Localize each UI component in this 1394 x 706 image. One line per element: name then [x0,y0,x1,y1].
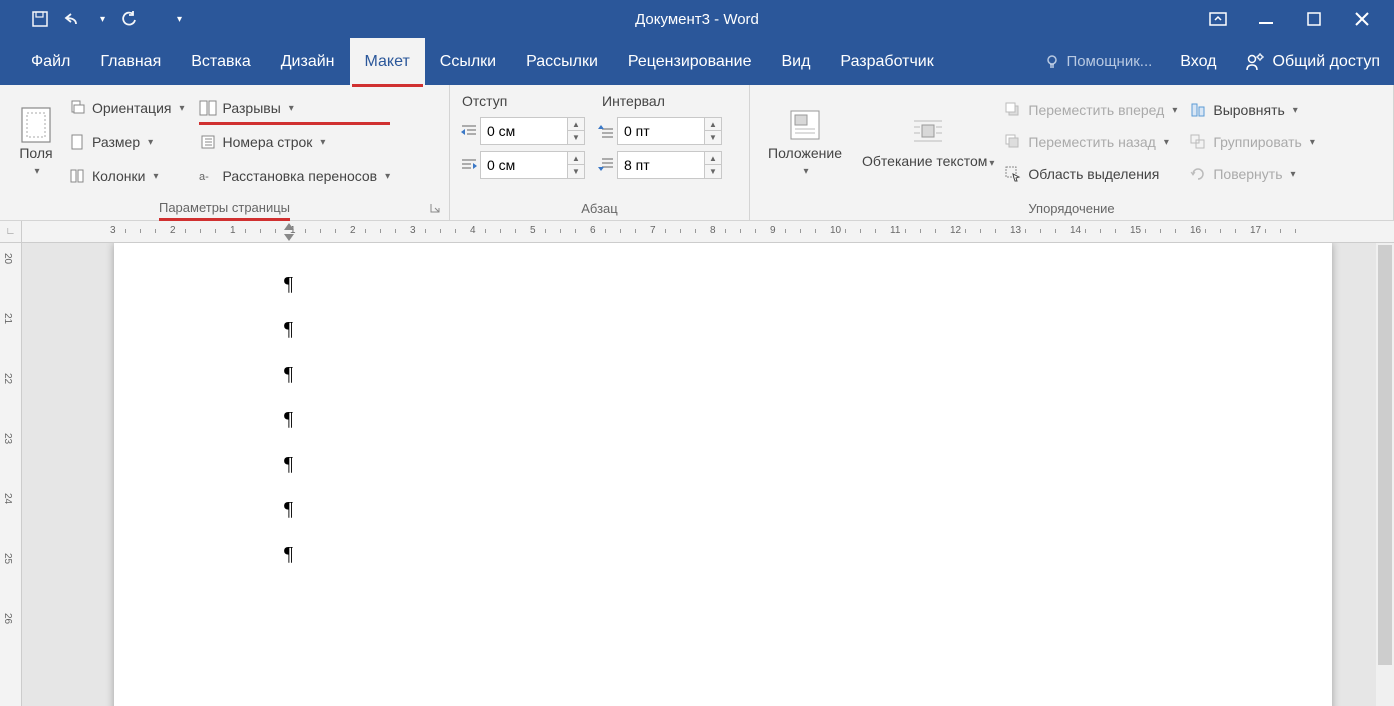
signin-button[interactable]: Вход [1166,53,1230,71]
breaks-button[interactable]: Разрывы▾ [199,95,391,121]
spacing-label: Интервал [602,93,665,109]
tab-design[interactable]: Дизайн [266,38,350,85]
margins-icon [18,107,54,143]
rotate-icon [1189,165,1207,183]
columns-icon [68,167,86,185]
position-icon [787,107,823,143]
group-paragraph: Отступ Интервал ▲▼ ▲▼ [450,85,750,220]
paragraph-marks: ¶ ¶ ¶ ¶ ¶ ¶ ¶ [284,273,293,566]
spacing-before-spinner[interactable]: ▲▼ [595,117,722,145]
window-controls [1208,9,1394,29]
align-icon [1189,101,1207,119]
spacing-after-input[interactable] [617,151,705,179]
window-title: Документ3 - Word [635,11,759,28]
ribbon-tabs: Файл Главная Вставка Дизайн Макет Ссылки… [0,38,1394,85]
share-icon [1245,52,1265,72]
indent-left-spinner[interactable]: ▲▼ [458,117,585,145]
minimize-icon[interactable] [1256,9,1276,29]
indent-left-icon [458,120,480,142]
selection-pane-icon [1004,165,1022,183]
wrap-text-button[interactable]: Обтекание текстом▾ [852,91,1004,196]
tab-view[interactable]: Вид [766,38,825,85]
send-backward-button[interactable]: Переместить назад▾ [1004,129,1177,155]
lightbulb-icon [1044,54,1060,70]
size-button[interactable]: Размер▾ [68,129,185,155]
wrap-text-icon [910,115,946,151]
spacing-after-icon [595,154,617,176]
group-label-arrange: Упорядочение [750,196,1393,220]
indent-left-input[interactable] [480,117,568,145]
group-arrange: Положение▾ Обтекание текстом▾ Переместит… [750,85,1394,220]
tab-mailings[interactable]: Рассылки [511,38,613,85]
orientation-icon [68,99,86,117]
quick-access-toolbar: ▾ ▾ [0,9,182,29]
share-button[interactable]: Общий доступ [1231,38,1394,85]
line-numbers-button[interactable]: Номера строк▾ [199,129,391,155]
page-viewport[interactable]: ¶ ¶ ¶ ¶ ¶ ¶ ¶ [22,243,1394,706]
hyphenation-button[interactable]: a- Расстановка переносов▾ [199,163,391,189]
tab-references[interactable]: Ссылки [425,38,511,85]
ruler-corner: ∟ [0,221,22,243]
indent-right-spinner[interactable]: ▲▼ [458,151,585,179]
tab-developer[interactable]: Разработчик [825,38,948,85]
rotate-button[interactable]: Повернуть▾ [1189,161,1314,187]
horizontal-ruler[interactable]: 3211234567891011121314151617 [22,221,1394,243]
line-numbers-icon [199,133,217,151]
indent-right-input[interactable] [480,151,568,179]
page-setup-launcher[interactable] [429,202,443,216]
maximize-icon[interactable] [1304,9,1324,29]
spacing-before-input[interactable] [617,117,705,145]
save-icon[interactable] [30,9,50,29]
undo-icon[interactable] [64,9,84,29]
tab-insert[interactable]: Вставка [176,38,265,85]
title-bar: ▾ ▾ Документ3 - Word [0,0,1394,38]
tab-home[interactable]: Главная [85,38,176,85]
ribbon-options-icon[interactable] [1208,9,1228,29]
group-button[interactable]: Группировать▾ [1189,129,1314,155]
hyphenation-icon: a- [199,167,217,185]
group-icon [1189,133,1207,151]
group-label-paragraph: Абзац [450,196,749,220]
tab-file[interactable]: Файл [16,38,85,85]
document-area: 20212223242526 ¶ ¶ ¶ ¶ ¶ ¶ ¶ [0,243,1394,706]
document-page: ¶ ¶ ¶ ¶ ¶ ¶ ¶ [114,243,1332,706]
ruler-corner-row: ∟ 3211234567891011121314151617 [0,221,1394,243]
position-button[interactable]: Положение▾ [758,91,852,196]
spacing-after-spinner[interactable]: ▲▼ [595,151,722,179]
group-label-page-setup: Параметры страницы [0,196,449,220]
close-icon[interactable] [1352,9,1372,29]
ribbon: Поля▾ Ориентация▾ Размер▾ Колонки▾ [0,85,1394,221]
size-icon [68,133,86,151]
indent-right-icon [458,154,480,176]
indent-label: Отступ [458,93,602,109]
bring-forward-icon [1004,101,1022,119]
tell-me-search[interactable]: Помощник... [1030,53,1166,70]
vertical-scrollbar[interactable] [1376,243,1394,706]
tab-review[interactable]: Рецензирование [613,38,767,85]
svg-text:a-: a- [199,171,209,183]
spacing-before-icon [595,120,617,142]
vertical-ruler[interactable]: 20212223242526 [0,243,22,706]
breaks-icon [199,99,217,117]
group-page-setup: Поля▾ Ориентация▾ Размер▾ Колонки▾ [0,85,450,220]
orientation-button[interactable]: Ориентация▾ [68,95,185,121]
selection-pane-button[interactable]: Область выделения [1004,161,1177,187]
align-button[interactable]: Выровнять▾ [1189,97,1314,123]
bring-forward-button[interactable]: Переместить вперед▾ [1004,97,1177,123]
redo-icon[interactable] [119,9,139,29]
scrollbar-thumb[interactable] [1378,245,1392,665]
margins-button[interactable]: Поля▾ [8,91,64,196]
tell-me-label: Помощник... [1066,53,1152,70]
send-backward-icon [1004,133,1022,151]
tab-layout[interactable]: Макет [350,38,425,85]
columns-button[interactable]: Колонки▾ [68,163,185,189]
